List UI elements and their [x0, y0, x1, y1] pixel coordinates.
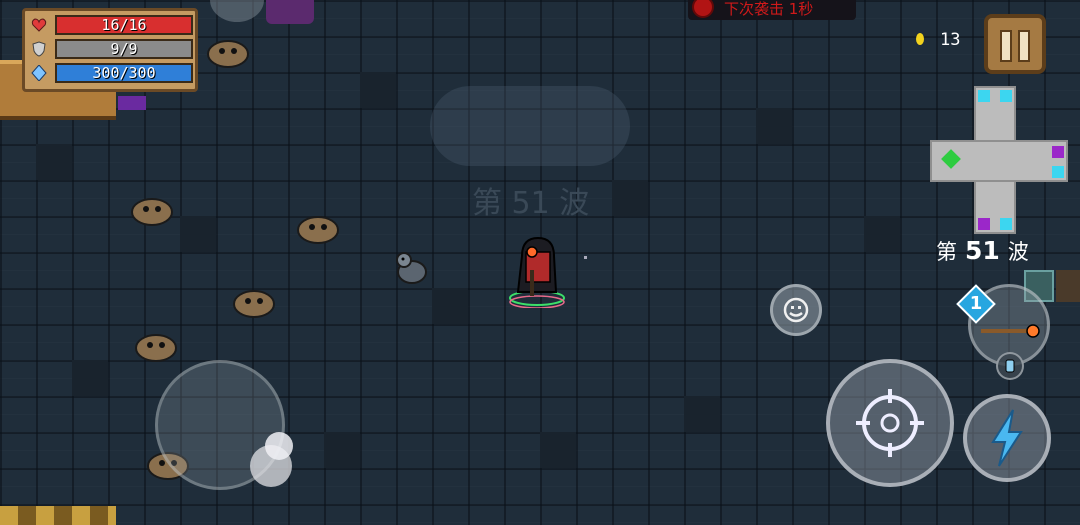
enemy-goblin [207, 40, 249, 68]
potion-slot[interactable] [996, 352, 1024, 380]
enemy-goblin [233, 290, 275, 318]
raid-countdown-text: 下次袭击 1秒 [724, 0, 814, 18]
enemy-goblin [135, 334, 177, 362]
armor-row: 9/9 [31, 39, 193, 59]
wave-announcement-text: 第 51 波 [472, 186, 590, 221]
minimap-portal-marker [1000, 218, 1012, 230]
energy-text: 300/300 [92, 64, 156, 82]
pause-icon [1000, 30, 1012, 62]
enemy-purple-monster [266, 0, 314, 24]
wave-prefix: 第 [936, 240, 957, 264]
emote-button[interactable] [770, 284, 822, 336]
armor-bar: 9/9 [55, 39, 193, 59]
hp-text: 16/16 [101, 16, 147, 34]
energy-bar: 300/300 [55, 63, 193, 83]
enemy-goblin [297, 216, 339, 244]
minimap-portal-marker [1000, 90, 1012, 102]
hp-row: 16/16 [31, 15, 193, 35]
energy-row: 300/300 [31, 63, 193, 83]
hp-bar: 16/16 [55, 15, 193, 35]
spark-particle [584, 256, 587, 259]
heart-icon [31, 18, 47, 32]
armor-text: 9/9 [110, 40, 138, 58]
attack-button[interactable] [826, 359, 954, 487]
floor-tile [360, 72, 396, 108]
coin-count: 13 [940, 30, 961, 50]
skill-button[interactable] [963, 394, 1051, 482]
floor-tile [180, 216, 216, 252]
floor-tile [36, 144, 72, 180]
floor-tile [72, 360, 108, 396]
wall-tile-right [1056, 270, 1080, 302]
pause-button[interactable] [984, 14, 1046, 74]
buff-icon [210, 0, 264, 22]
lightning-bolt-icon [991, 409, 1023, 467]
shield-icon [32, 41, 46, 57]
floor-tile [324, 432, 360, 468]
potion-icon [1005, 359, 1015, 373]
minimap-enemy-marker [978, 218, 990, 230]
minimap [930, 86, 1070, 236]
player-character [509, 236, 565, 308]
enemy-goblin [131, 198, 173, 226]
coin-icon [916, 33, 924, 45]
floor-tile [540, 432, 576, 468]
stats-panel: 16/16 9/9 300/300 [22, 8, 198, 92]
golden-spike-decoration [0, 506, 116, 525]
pet-pigeon [396, 252, 427, 284]
floor-tile [612, 180, 648, 216]
floor-tile [756, 108, 792, 144]
floor-tile [432, 288, 468, 324]
minimap-enemy-marker [1052, 146, 1064, 158]
minimap-portal-marker [978, 90, 990, 102]
wave-suffix: 波 [1007, 240, 1029, 264]
pause-icon [1018, 30, 1030, 62]
raid-countdown-banner: 下次袭击 1秒 [688, 0, 856, 20]
weapon-slot-number: 1 [969, 293, 983, 314]
purple-crystal-decoration [118, 96, 146, 110]
raid-alarm-icon [692, 0, 714, 18]
wave-counter: 第 51 波 [936, 236, 1029, 266]
minimap-portal-marker [1052, 166, 1064, 178]
boss-spawn-silhouette [430, 86, 630, 166]
floor-tile [684, 396, 720, 432]
joystick-knob-highlight [265, 432, 293, 460]
smiley-face-icon [783, 297, 809, 323]
crosshair-icon [856, 389, 924, 457]
floor-tile [864, 216, 900, 252]
energy-crystal-icon [31, 65, 47, 81]
wave-number: 51 [965, 236, 1000, 265]
